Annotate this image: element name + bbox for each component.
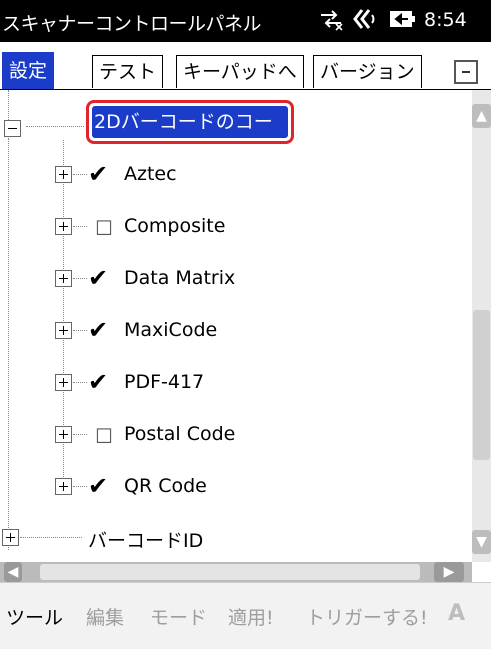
expand-toggle[interactable] xyxy=(55,322,72,339)
checkbox-unchecked[interactable]: ☐ xyxy=(95,216,113,240)
collapse-toggle[interactable] xyxy=(4,120,21,137)
tree-line xyxy=(26,126,84,127)
tree-line xyxy=(20,537,82,538)
title-bar: スキャナーコントロールパネル 8:54 xyxy=(0,0,491,42)
scroll-down-icon[interactable]: ▼ xyxy=(472,530,491,554)
menu-tools[interactable]: ツール xyxy=(6,603,63,630)
network-signal-icon[interactable] xyxy=(318,6,344,32)
tree-line xyxy=(73,434,87,435)
expand-toggle[interactable] xyxy=(55,270,72,287)
scrollbar-thumb[interactable] xyxy=(473,310,490,460)
tab-keypad[interactable]: キーパッドへ xyxy=(176,55,304,88)
tree-line xyxy=(73,382,87,383)
tree-line xyxy=(8,138,9,550)
expand-toggle[interactable] xyxy=(55,374,72,391)
tab-test[interactable]: テスト xyxy=(92,55,164,88)
clock[interactable]: 8:54 xyxy=(424,9,467,31)
tree-item-label: PDF-417 xyxy=(124,371,205,393)
tree-item-label: Aztec xyxy=(124,163,177,185)
tree-line xyxy=(73,226,87,227)
expand-toggle[interactable] xyxy=(55,218,72,235)
checkbox-checked[interactable]: ✔ xyxy=(88,266,108,290)
menu-apply[interactable]: 適用! xyxy=(228,603,274,630)
expand-toggle[interactable] xyxy=(2,529,19,546)
selected-node-2d-barcode[interactable]: 2Dバーコードのコード xyxy=(86,100,294,165)
tree-line xyxy=(73,330,87,331)
scroll-right-icon[interactable]: ▶ xyxy=(434,562,464,582)
tab-bar: 設定 テスト キーパッドへ バージョン xyxy=(0,42,491,90)
expand-toggle[interactable] xyxy=(55,478,72,495)
tab-version[interactable]: バージョン xyxy=(313,55,422,88)
battery-icon[interactable] xyxy=(388,6,416,32)
input-mode-icon[interactable]: A xyxy=(448,601,465,626)
menu-bar: ツール 編集 モード 適用! トリガーする! A xyxy=(0,582,491,649)
scrollbar-thumb[interactable] xyxy=(40,564,420,580)
menu-edit[interactable]: 編集 xyxy=(86,603,124,630)
status-icons xyxy=(318,6,416,32)
tree-item-label: バーコードID xyxy=(88,530,204,552)
tree-item-label: Postal Code xyxy=(124,423,236,445)
tree-view[interactable]: 2Dバーコードのコード ✔ Aztec ☐ Composite ✔ Data M… xyxy=(0,90,472,552)
tree-line xyxy=(73,174,87,175)
horizontal-scrollbar[interactable]: ◀ ▶ xyxy=(0,562,472,582)
vertical-scrollbar[interactable]: ▲ ▼ xyxy=(472,90,491,562)
checkbox-unchecked[interactable]: ☐ xyxy=(95,424,113,448)
checkbox-checked[interactable]: ✔ xyxy=(88,474,108,498)
scroll-up-icon[interactable]: ▲ xyxy=(472,104,491,128)
window-title: スキャナーコントロールパネル xyxy=(2,13,262,35)
menu-mode[interactable]: モード xyxy=(150,603,207,630)
tree-line xyxy=(73,278,87,279)
tree-item-label: Data Matrix xyxy=(124,267,236,289)
menu-trigger[interactable]: トリガーする! xyxy=(306,603,428,630)
checkbox-checked[interactable]: ✔ xyxy=(88,370,108,394)
tab-settings[interactable]: 設定 xyxy=(2,52,55,89)
tree-item-label: Composite xyxy=(124,215,226,237)
tree-item-label: MaxiCode xyxy=(124,319,218,341)
expand-toggle[interactable] xyxy=(55,426,72,443)
tree-item-label: QR Code xyxy=(124,475,207,497)
checkbox-checked[interactable]: ✔ xyxy=(88,318,108,342)
expand-toggle[interactable] xyxy=(55,166,72,183)
checkbox-checked[interactable]: ✔ xyxy=(88,162,108,186)
minimize-button[interactable] xyxy=(454,60,478,84)
volume-icon[interactable] xyxy=(352,6,380,32)
tree-line xyxy=(73,486,87,487)
scroll-left-icon[interactable]: ◀ xyxy=(4,562,22,582)
